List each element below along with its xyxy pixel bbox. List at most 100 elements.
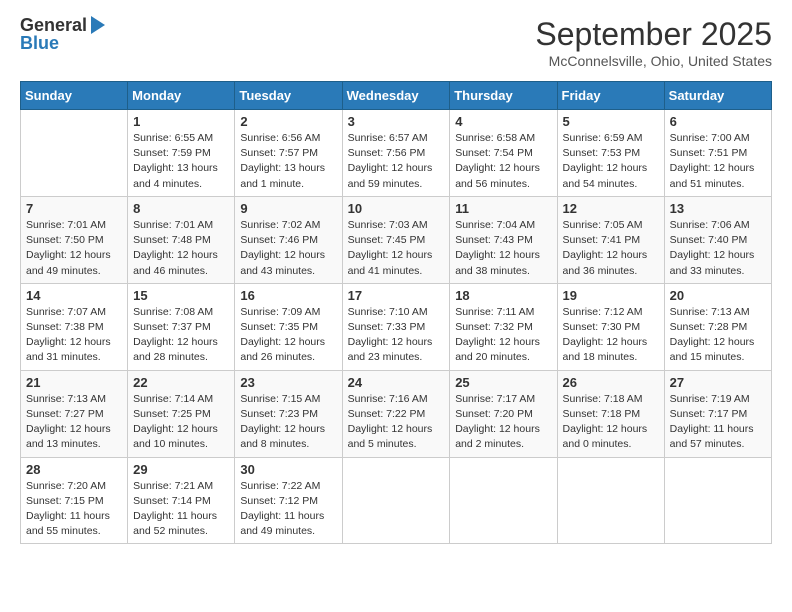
logo-general: General <box>20 16 87 34</box>
day-cell: 21 Sunrise: 7:13 AMSunset: 7:27 PMDayligh… <box>21 370 128 457</box>
day-cell: 15Sunrise: 7:08 AMSunset: 7:37 PMDayligh… <box>128 283 235 370</box>
day-info: Sunrise: 7:03 AMSunset: 7:45 PMDaylight:… <box>348 218 445 279</box>
day-number: 6 <box>670 114 766 129</box>
day-cell: 30 Sunrise: 7:22 AMSunset: 7:12 PMDayligh… <box>235 457 342 544</box>
day-number: 16 <box>240 288 336 303</box>
day-info: Sunrise: 7:00 AMSunset: 7:51 PMDaylight:… <box>670 131 766 192</box>
day-cell: 13Sunrise: 7:06 AMSunset: 7:40 PMDayligh… <box>664 196 771 283</box>
day-cell <box>450 457 557 544</box>
day-info: Sunrise: 7:22 AMSunset: 7:12 PMDaylight:… <box>240 479 336 540</box>
page-header: General Blue September 2025 McConnelsvil… <box>20 16 772 69</box>
day-number: 22 <box>133 375 229 390</box>
day-number: 19 <box>563 288 659 303</box>
day-number: 3 <box>348 114 445 129</box>
day-cell: 14 Sunrise: 7:07 AMSunset: 7:38 PMDayligh… <box>21 283 128 370</box>
day-cell: 4 Sunrise: 6:58 AMSunset: 7:54 PMDaylight… <box>450 110 557 197</box>
day-info: Sunrise: 7:05 AMSunset: 7:41 PMDaylight:… <box>563 218 659 279</box>
day-number: 12 <box>563 201 659 216</box>
day-cell: 17 Sunrise: 7:10 AMSunset: 7:33 PMDayligh… <box>342 283 450 370</box>
day-cell: 9 Sunrise: 7:02 AMSunset: 7:46 PMDaylight… <box>235 196 342 283</box>
day-number: 17 <box>348 288 445 303</box>
day-number: 28 <box>26 462 122 477</box>
weekday-header-friday: Friday <box>557 82 664 110</box>
day-cell: 18 Sunrise: 7:11 AMSunset: 7:32 PMDayligh… <box>450 283 557 370</box>
day-cell: 3 Sunrise: 6:57 AMSunset: 7:56 PMDaylight… <box>342 110 450 197</box>
day-number: 29 <box>133 462 229 477</box>
day-cell: 26Sunrise: 7:18 AMSunset: 7:18 PMDayligh… <box>557 370 664 457</box>
day-cell <box>664 457 771 544</box>
day-info: Sunrise: 7:13 AMSunset: 7:28 PMDaylight:… <box>670 305 766 366</box>
day-cell: 29 Sunrise: 7:21 AMSunset: 7:14 PMDayligh… <box>128 457 235 544</box>
day-number: 13 <box>670 201 766 216</box>
day-number: 30 <box>240 462 336 477</box>
day-number: 20 <box>670 288 766 303</box>
day-info: Sunrise: 7:09 AMSunset: 7:35 PMDaylight:… <box>240 305 336 366</box>
day-cell: 7Sunrise: 7:01 AMSunset: 7:50 PMDaylight… <box>21 196 128 283</box>
day-info: Sunrise: 6:56 AMSunset: 7:57 PMDaylight:… <box>240 131 336 192</box>
day-cell: 23 Sunrise: 7:15 AMSunset: 7:23 PMDayligh… <box>235 370 342 457</box>
day-info: Sunrise: 6:57 AMSunset: 7:56 PMDaylight:… <box>348 131 445 192</box>
day-number: 2 <box>240 114 336 129</box>
day-number: 23 <box>240 375 336 390</box>
day-info: Sunrise: 7:20 AMSunset: 7:15 PMDaylight:… <box>26 479 122 540</box>
day-number: 8 <box>133 201 229 216</box>
day-cell: 19 Sunrise: 7:12 AMSunset: 7:30 PMDayligh… <box>557 283 664 370</box>
day-cell: 22Sunrise: 7:14 AMSunset: 7:25 PMDayligh… <box>128 370 235 457</box>
day-number: 4 <box>455 114 551 129</box>
day-number: 14 <box>26 288 122 303</box>
day-number: 25 <box>455 375 551 390</box>
day-info: Sunrise: 7:11 AMSunset: 7:32 PMDaylight:… <box>455 305 551 366</box>
day-cell: 5 Sunrise: 6:59 AMSunset: 7:53 PMDaylight… <box>557 110 664 197</box>
day-info: Sunrise: 6:55 AMSunset: 7:59 PMDaylight:… <box>133 131 229 192</box>
day-number: 1 <box>133 114 229 129</box>
weekday-header-wednesday: Wednesday <box>342 82 450 110</box>
day-number: 15 <box>133 288 229 303</box>
day-cell: 8 Sunrise: 7:01 AMSunset: 7:48 PMDaylight… <box>128 196 235 283</box>
day-number: 18 <box>455 288 551 303</box>
logo-arrow-icon <box>91 16 105 34</box>
day-cell <box>557 457 664 544</box>
weekday-header-tuesday: Tuesday <box>235 82 342 110</box>
day-cell: 20 Sunrise: 7:13 AMSunset: 7:28 PMDayligh… <box>664 283 771 370</box>
day-cell: 6 Sunrise: 7:00 AMSunset: 7:51 PMDaylight… <box>664 110 771 197</box>
day-cell: 28 Sunrise: 7:20 AMSunset: 7:15 PMDayligh… <box>21 457 128 544</box>
logo-blue: Blue <box>20 34 59 52</box>
day-number: 7 <box>26 201 122 216</box>
logo: General Blue <box>20 16 105 52</box>
day-info: Sunrise: 7:13 AMSunset: 7:27 PMDaylight:… <box>26 392 122 453</box>
day-info: Sunrise: 6:59 AMSunset: 7:53 PMDaylight:… <box>563 131 659 192</box>
week-row-3: 14 Sunrise: 7:07 AMSunset: 7:38 PMDayligh… <box>21 283 772 370</box>
weekday-header-sunday: Sunday <box>21 82 128 110</box>
weekday-header-row: SundayMondayTuesdayWednesdayThursdayFrid… <box>21 82 772 110</box>
day-cell: 25Sunrise: 7:17 AMSunset: 7:20 PMDayligh… <box>450 370 557 457</box>
day-cell: 2 Sunrise: 6:56 AMSunset: 7:57 PMDaylight… <box>235 110 342 197</box>
calendar-table: SundayMondayTuesdayWednesdayThursdayFrid… <box>20 81 772 544</box>
day-cell: 11 Sunrise: 7:04 AMSunset: 7:43 PMDayligh… <box>450 196 557 283</box>
day-info: Sunrise: 7:01 AMSunset: 7:48 PMDaylight:… <box>133 218 229 279</box>
day-cell: 16 Sunrise: 7:09 AMSunset: 7:35 PMDayligh… <box>235 283 342 370</box>
week-row-2: 7Sunrise: 7:01 AMSunset: 7:50 PMDaylight… <box>21 196 772 283</box>
day-info: Sunrise: 7:10 AMSunset: 7:33 PMDaylight:… <box>348 305 445 366</box>
day-number: 9 <box>240 201 336 216</box>
day-info: Sunrise: 7:04 AMSunset: 7:43 PMDaylight:… <box>455 218 551 279</box>
day-info: Sunrise: 7:07 AMSunset: 7:38 PMDaylight:… <box>26 305 122 366</box>
day-cell <box>342 457 450 544</box>
day-info: Sunrise: 7:12 AMSunset: 7:30 PMDaylight:… <box>563 305 659 366</box>
day-cell: 27 Sunrise: 7:19 AMSunset: 7:17 PMDayligh… <box>664 370 771 457</box>
day-info: Sunrise: 7:15 AMSunset: 7:23 PMDaylight:… <box>240 392 336 453</box>
day-info: Sunrise: 6:58 AMSunset: 7:54 PMDaylight:… <box>455 131 551 192</box>
day-number: 11 <box>455 201 551 216</box>
week-row-1: 1 Sunrise: 6:55 AMSunset: 7:59 PMDaylight… <box>21 110 772 197</box>
day-number: 26 <box>563 375 659 390</box>
day-info: Sunrise: 7:21 AMSunset: 7:14 PMDaylight:… <box>133 479 229 540</box>
day-number: 10 <box>348 201 445 216</box>
day-number: 27 <box>670 375 766 390</box>
day-info: Sunrise: 7:19 AMSunset: 7:17 PMDaylight:… <box>670 392 766 453</box>
day-number: 5 <box>563 114 659 129</box>
day-info: Sunrise: 7:02 AMSunset: 7:46 PMDaylight:… <box>240 218 336 279</box>
weekday-header-saturday: Saturday <box>664 82 771 110</box>
day-cell <box>21 110 128 197</box>
day-number: 21 <box>26 375 122 390</box>
weekday-header-thursday: Thursday <box>450 82 557 110</box>
week-row-4: 21 Sunrise: 7:13 AMSunset: 7:27 PMDayligh… <box>21 370 772 457</box>
